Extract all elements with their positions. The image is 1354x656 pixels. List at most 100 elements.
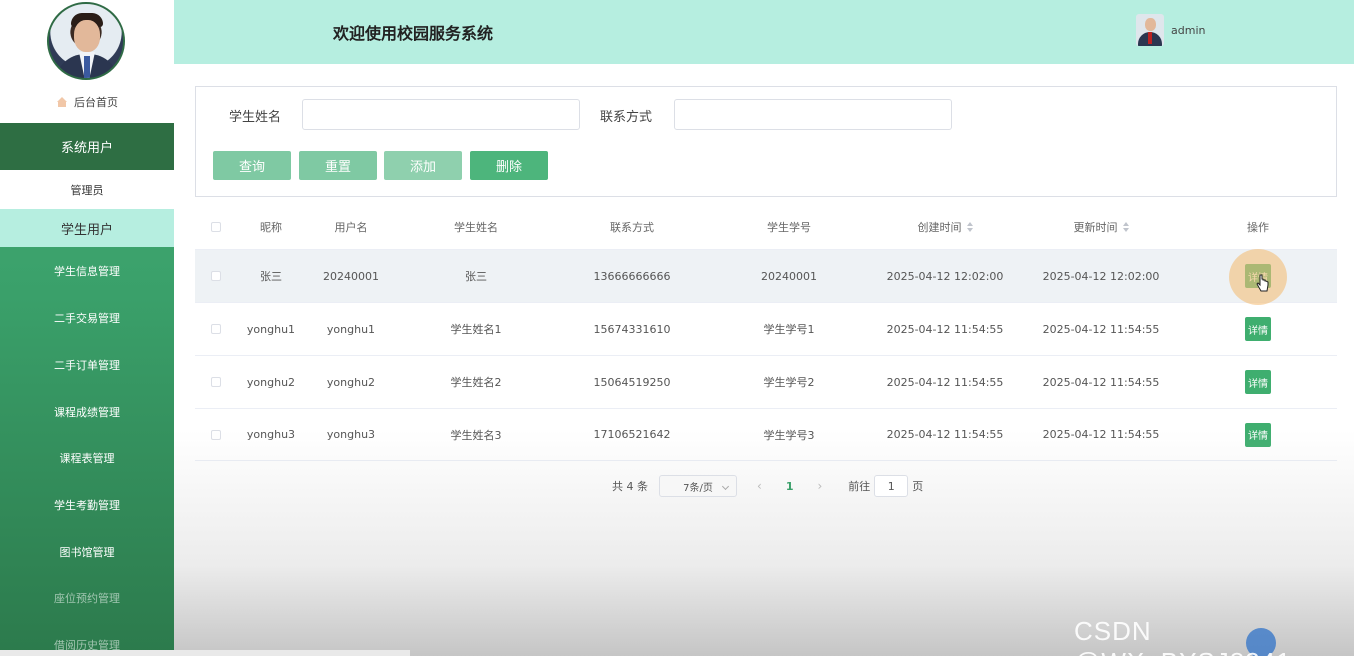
cell-student-name: 学生姓名2 bbox=[450, 376, 502, 389]
select-all-cell bbox=[205, 204, 227, 249]
cell-contact: 17106521642 bbox=[593, 428, 671, 441]
student-table: 昵称 用户名 学生姓名 联系方式 学生学号 创建时间 更新时间 操作 张三 20… bbox=[195, 204, 1337, 461]
cell-username: yonghu1 bbox=[326, 322, 376, 336]
reset-button[interactable]: 重置 bbox=[299, 151, 377, 180]
sidebar-item-secondhand-trade[interactable]: 二手交易管理 bbox=[0, 295, 174, 341]
cell-nickname: yonghu1 bbox=[246, 322, 296, 336]
cell-created: 2025-04-12 11:54:55 bbox=[886, 428, 1004, 441]
avatar bbox=[47, 2, 125, 80]
cell-username: yonghu3 bbox=[326, 428, 376, 441]
col-username: 用户名 bbox=[334, 220, 368, 234]
cell-student-name: 张三 bbox=[465, 270, 487, 283]
add-button[interactable]: 添加 bbox=[384, 151, 462, 180]
col-nickname: 昵称 bbox=[260, 220, 282, 234]
cell-student-no: 学生学号2 bbox=[763, 376, 815, 389]
detail-button[interactable]: 详情 bbox=[1245, 422, 1271, 447]
sort-icon[interactable] bbox=[966, 221, 973, 232]
next-page-icon[interactable]: › bbox=[817, 479, 822, 493]
table-row[interactable]: yonghu3 yonghu3 学生姓名3 17106521642 学生学号3 … bbox=[195, 408, 1337, 461]
browser-status-bar bbox=[0, 650, 410, 656]
home-link[interactable]: 后台首页 bbox=[56, 94, 118, 110]
contact-label: 联系方式 bbox=[600, 110, 653, 125]
cell-student-name: 学生姓名3 bbox=[450, 428, 502, 442]
cell-updated: 2025-04-12 11:54:55 bbox=[1042, 375, 1160, 389]
sort-icon[interactable] bbox=[1122, 221, 1129, 232]
col-created-label: 创建时间 bbox=[917, 220, 962, 234]
cell-created: 2025-04-12 11:54:55 bbox=[886, 375, 1004, 389]
sidebar-item-admin[interactable]: 管理员 bbox=[0, 170, 174, 209]
watermark: CSDN @WX_BYSJ8341 bbox=[1074, 616, 1291, 656]
cell-updated: 2025-04-12 12:02:00 bbox=[1042, 269, 1160, 283]
col-student-name: 学生姓名 bbox=[454, 220, 498, 234]
cell-username: yonghu2 bbox=[326, 375, 376, 389]
goto-page-input[interactable]: 1 bbox=[874, 475, 909, 497]
delete-button[interactable]: 删除 bbox=[470, 151, 548, 180]
col-updated[interactable]: 更新时间 bbox=[1031, 204, 1171, 249]
chevron-down-icon bbox=[721, 482, 730, 491]
detail-button[interactable]: 详情 bbox=[1245, 370, 1271, 394]
table-row[interactable]: 张三 20240001 张三 13666666666 20240001 2025… bbox=[195, 249, 1337, 302]
sidebar-item-student-info[interactable]: 学生信息管理 bbox=[0, 248, 174, 294]
username-label: admin bbox=[1171, 23, 1206, 37]
table-row[interactable]: yonghu2 yonghu2 学生姓名2 15064519250 学生学号2 … bbox=[195, 355, 1337, 408]
sidebar-item-timetable[interactable]: 课程表管理 bbox=[0, 435, 174, 481]
sidebar-item-secondhand-order[interactable]: 二手订单管理 bbox=[0, 342, 174, 388]
cell-student-name: 学生姓名1 bbox=[450, 323, 502, 336]
user-menu[interactable]: admin bbox=[1136, 14, 1205, 46]
cell-nickname: yonghu3 bbox=[246, 428, 296, 441]
cell-nickname: yonghu2 bbox=[246, 375, 296, 389]
goto-prefix: 前往 bbox=[848, 480, 871, 493]
cell-student-no: 学生学号3 bbox=[763, 428, 815, 442]
user-avatar bbox=[1136, 14, 1164, 46]
row-checkbox[interactable] bbox=[211, 377, 221, 387]
total-count: 共 4 条 bbox=[612, 480, 648, 493]
cell-nickname: 张三 bbox=[260, 270, 282, 283]
table-header: 昵称 用户名 学生姓名 联系方式 学生学号 创建时间 更新时间 操作 bbox=[195, 204, 1337, 249]
sidebar: 后台首页 系统用户 管理员 学生用户 学生信息管理 二手交易管理 二手订单管理 … bbox=[0, 0, 174, 656]
cell-student-no: 学生学号1 bbox=[763, 323, 815, 336]
table-row[interactable]: yonghu1 yonghu1 学生姓名1 15674331610 学生学号1 … bbox=[195, 302, 1337, 355]
student-name-input[interactable] bbox=[302, 99, 580, 130]
pagination: 共 4 条 7条/页 ‹ 1 › 前往 1 页 bbox=[612, 475, 923, 497]
cell-contact: 15674331610 bbox=[593, 322, 671, 336]
cell-contact: 15064519250 bbox=[593, 375, 671, 389]
sidebar-item-course-grade[interactable]: 课程成绩管理 bbox=[0, 389, 174, 435]
col-contact: 联系方式 bbox=[610, 220, 654, 234]
cell-created: 2025-04-12 12:02:00 bbox=[886, 269, 1004, 283]
sidebar-item-library[interactable]: 图书馆管理 bbox=[0, 529, 174, 575]
goto-suffix: 页 bbox=[912, 480, 924, 493]
home-label: 后台首页 bbox=[74, 96, 118, 109]
page-size-value: 7条/页 bbox=[683, 482, 713, 494]
cell-username: 20240001 bbox=[323, 269, 379, 283]
student-name-label: 学生姓名 bbox=[229, 110, 282, 125]
page-title: 欢迎使用校园服务系统 bbox=[333, 24, 494, 43]
sidebar-item-attendance[interactable]: 学生考勤管理 bbox=[0, 482, 174, 528]
page-size-select[interactable]: 7条/页 bbox=[659, 475, 737, 497]
search-panel: 学生姓名 联系方式 查询 重置 添加 删除 bbox=[195, 86, 1337, 197]
col-action: 操作 bbox=[1247, 220, 1269, 234]
menu-group-system-users[interactable]: 系统用户 bbox=[0, 123, 174, 170]
home-icon bbox=[56, 96, 68, 108]
menu-group-student-users[interactable]: 学生用户 bbox=[0, 209, 174, 247]
cell-updated: 2025-04-12 11:54:55 bbox=[1042, 428, 1160, 441]
cell-contact: 13666666666 bbox=[593, 269, 671, 283]
sidebar-profile: 后台首页 bbox=[0, 0, 174, 123]
cell-updated: 2025-04-12 11:54:55 bbox=[1042, 322, 1160, 336]
cell-created: 2025-04-12 11:54:55 bbox=[886, 322, 1004, 336]
col-created[interactable]: 创建时间 bbox=[875, 204, 1015, 249]
top-header: 欢迎使用校园服务系统 admin bbox=[174, 0, 1354, 64]
query-button[interactable]: 查询 bbox=[213, 151, 291, 180]
hand-cursor-icon bbox=[1256, 274, 1269, 292]
col-updated-label: 更新时间 bbox=[1073, 220, 1118, 234]
col-student-no: 学生学号 bbox=[767, 220, 811, 234]
contact-input[interactable] bbox=[674, 99, 952, 130]
prev-page-icon[interactable]: ‹ bbox=[757, 479, 762, 493]
cell-student-no: 20240001 bbox=[761, 269, 817, 283]
detail-button[interactable]: 详情 bbox=[1245, 317, 1271, 341]
row-checkbox[interactable] bbox=[211, 271, 221, 281]
row-checkbox[interactable] bbox=[211, 324, 221, 334]
select-all-checkbox[interactable] bbox=[211, 221, 221, 232]
row-checkbox[interactable] bbox=[211, 429, 221, 440]
sidebar-item-seat-reservation[interactable]: 座位预约管理 bbox=[0, 575, 174, 621]
page-number-current[interactable]: 1 bbox=[786, 480, 794, 493]
